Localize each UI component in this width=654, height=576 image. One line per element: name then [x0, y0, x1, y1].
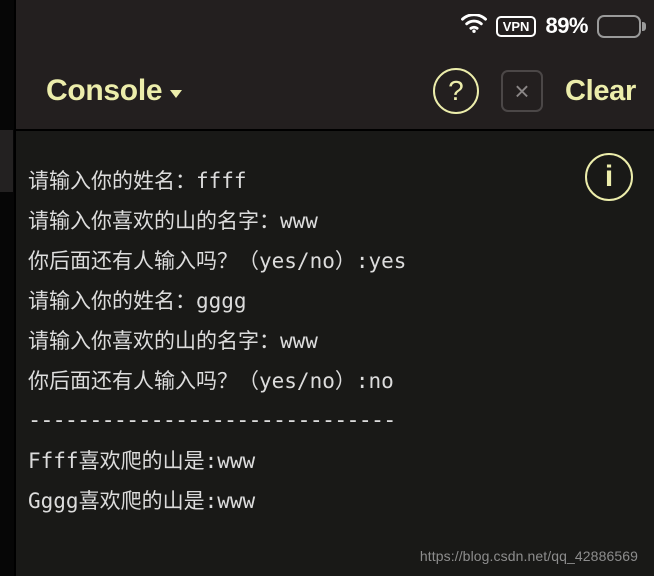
console-log-line: 请输入你喜欢的山的名字：www [28, 329, 318, 353]
header-divider [16, 129, 654, 131]
battery-icon [597, 14, 646, 38]
console-log-line: 请输入你的姓名：gggg [28, 289, 247, 313]
header-actions: ? × Clear [432, 68, 636, 114]
console-log-line: 你后面还有人输入吗？（yes/no）:yes [28, 249, 407, 273]
console-title-dropdown[interactable]: Console [46, 74, 183, 108]
wifi-icon [460, 13, 487, 38]
battery-body [597, 14, 641, 38]
page-title: Console [46, 74, 163, 107]
left-border-rule [14, 0, 16, 576]
question-mark-icon: ? [448, 75, 464, 106]
info-button[interactable]: i [585, 153, 633, 201]
chevron-down-icon [170, 90, 183, 98]
console-log-line: Gggg喜欢爬的山是:www [28, 489, 256, 513]
console-log-line: 请输入你喜欢的山的名字：www [28, 209, 318, 233]
console-log-line: Ffff喜欢爬的山是:www [28, 449, 256, 473]
vpn-badge: VPN [495, 15, 537, 37]
close-button[interactable]: × [500, 70, 543, 112]
status-bar-items: VPN 89% [460, 13, 646, 39]
battery-cap [642, 21, 646, 31]
console-log-line: 请输入你的姓名：ffff [28, 169, 247, 193]
help-button[interactable]: ? [432, 68, 479, 114]
console-header-bar: Console ? × Clear [16, 52, 654, 130]
close-icon: × [514, 76, 530, 106]
phone-screen: VPN 89% Console ? × Clear i 请输入你的姓名：ffff… [0, 0, 654, 576]
scrollbar-thumb[interactable] [0, 130, 13, 192]
info-icon: i [604, 160, 614, 193]
status-bar: VPN 89% [16, 0, 654, 52]
clear-button[interactable]: Clear [565, 75, 636, 108]
console-log-line: 你后面还有人输入吗？（yes/no）:no [28, 369, 394, 393]
console-log-line: ------------------------------ [28, 408, 396, 433]
battery-percent-label: 89% [545, 13, 588, 38]
console-output-area[interactable]: i 请输入你的姓名：ffff 请输入你喜欢的山的名字：www 你后面还有人输入吗？（… [16, 131, 654, 576]
watermark: https://blog.csdn.net/qq_42886569 [419, 548, 638, 564]
left-gutter [0, 0, 14, 576]
console-log-list: 请输入你的姓名：ffff 请输入你喜欢的山的名字：www 你后面还有人输入吗？（ye… [28, 161, 628, 521]
